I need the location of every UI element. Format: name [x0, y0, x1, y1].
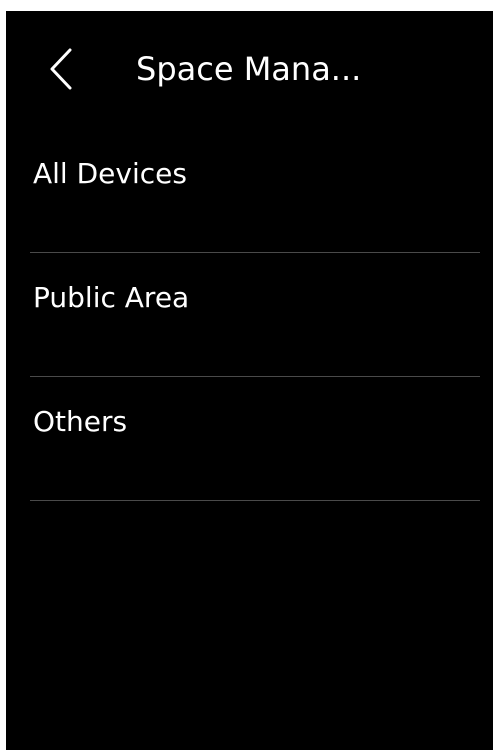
- menu-item-label: All Devices: [33, 157, 187, 190]
- chevron-left-icon: [50, 48, 72, 90]
- back-button[interactable]: [36, 45, 84, 93]
- header-bar: Space Mana...: [6, 11, 493, 129]
- menu-item-label: Public Area: [33, 281, 190, 314]
- menu-item-public-area[interactable]: Public Area: [6, 253, 493, 377]
- menu-item-all-devices[interactable]: All Devices: [6, 129, 493, 253]
- page-title: Space Mana...: [136, 50, 362, 88]
- divider: [30, 500, 480, 501]
- device-screen: Space Mana... All Devices Public Area Ot…: [6, 11, 493, 750]
- menu-item-label: Others: [33, 405, 128, 438]
- menu-item-others[interactable]: Others: [6, 377, 493, 501]
- menu-list: All Devices Public Area Others: [6, 129, 493, 501]
